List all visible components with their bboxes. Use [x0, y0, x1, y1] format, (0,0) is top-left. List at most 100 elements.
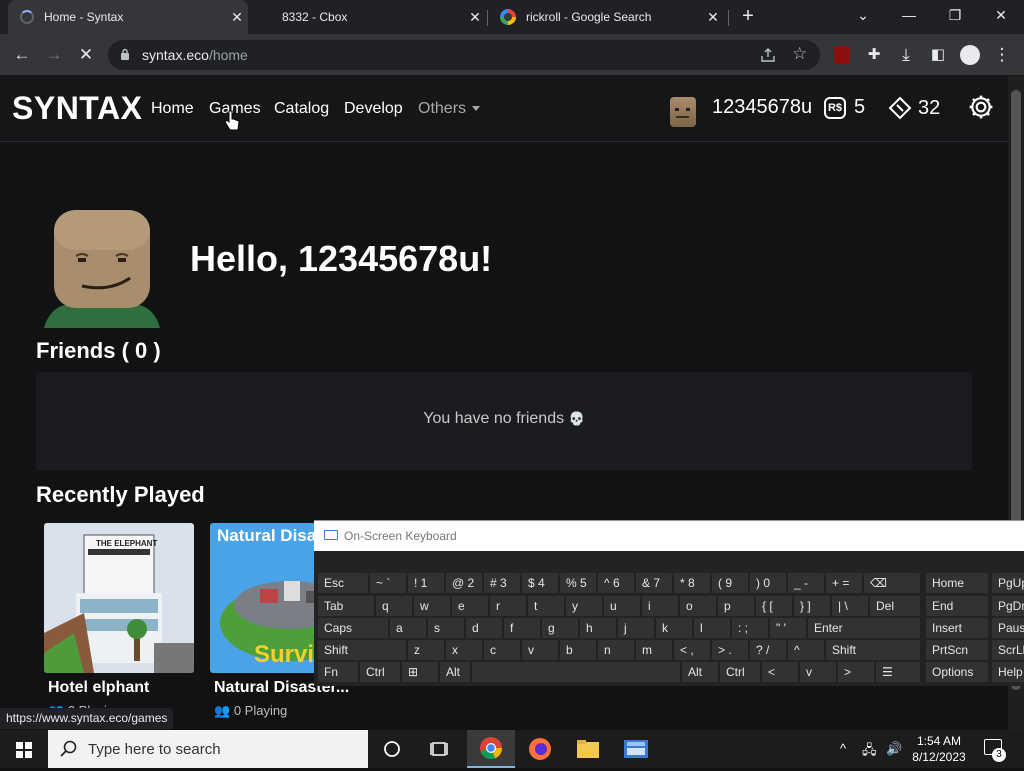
nav-catalog[interactable]: Catalog	[274, 100, 329, 118]
stop-loading-icon[interactable]: ✕	[73, 42, 99, 68]
osk-key[interactable]: Alt	[682, 662, 718, 682]
osk-key[interactable]: Help	[992, 662, 1024, 682]
osk-key[interactable]: t	[528, 596, 564, 616]
close-window-icon[interactable]: ✕	[978, 0, 1024, 32]
settings-gear-icon[interactable]	[968, 94, 994, 120]
osk-key[interactable]: Options	[926, 662, 988, 682]
ublock-icon[interactable]	[834, 46, 850, 64]
osk-key[interactable]: & 7	[636, 573, 672, 593]
download-icon[interactable]: ⤓	[893, 42, 919, 68]
osk-key[interactable]: " '	[770, 618, 806, 638]
osk-key[interactable]: * 8	[674, 573, 710, 593]
game-thumbnail[interactable]: THE ELEPHANT	[44, 523, 194, 673]
osk-title-bar[interactable]: On-Screen Keyboard	[314, 521, 1024, 551]
osk-key[interactable]: PgUp	[992, 573, 1024, 593]
osk-key[interactable]: % 5	[560, 573, 596, 593]
task-view-icon[interactable]	[416, 730, 464, 768]
osk-key[interactable]: _ -	[788, 573, 824, 593]
nav-home[interactable]: Home	[151, 100, 194, 118]
tab-home-syntax[interactable]: Home - Syntax ✕	[8, 0, 248, 34]
osk-taskbar-icon[interactable]	[612, 730, 660, 768]
osk-key[interactable]: i	[642, 596, 678, 616]
network-icon[interactable]: 🖧	[862, 741, 877, 763]
osk-key[interactable]: f	[504, 618, 540, 638]
nav-develop[interactable]: Develop	[344, 100, 403, 118]
game-title[interactable]: Hotel elphant	[48, 679, 149, 697]
osk-key[interactable]: e	[452, 596, 488, 616]
osk-key[interactable]: q	[376, 596, 412, 616]
osk-key[interactable]: ? /	[750, 640, 786, 660]
osk-key[interactable]: # 3	[484, 573, 520, 593]
osk-key[interactable]: PrtScn	[926, 640, 988, 660]
osk-key[interactable]: : ;	[732, 618, 768, 638]
osk-key[interactable]: Esc	[318, 573, 368, 593]
new-tab-icon[interactable]: +	[736, 5, 760, 29]
robux-balance[interactable]: R$ 5	[824, 96, 865, 119]
nav-others-dropdown[interactable]: Others	[418, 100, 481, 118]
osk-key[interactable]: o	[680, 596, 716, 616]
osk-key[interactable]: Ctrl	[720, 662, 760, 682]
osk-key[interactable]: b	[560, 640, 596, 660]
osk-key[interactable]: ^	[788, 640, 824, 660]
tab-cbox[interactable]: 8332 - Cbox ✕	[250, 0, 486, 34]
osk-key[interactable]: n	[598, 640, 634, 660]
bookmark-star-icon[interactable]: ☆	[792, 44, 807, 64]
osk-key[interactable]: ⌫	[864, 573, 920, 593]
osk-key[interactable]: z	[408, 640, 444, 660]
osk-key[interactable]: ScrLk	[992, 640, 1024, 660]
osk-key[interactable]: ! 1	[408, 573, 444, 593]
show-hidden-icons[interactable]: ^	[840, 741, 846, 756]
osk-key[interactable]: End	[926, 596, 988, 616]
osk-key[interactable]: ☰	[876, 662, 920, 682]
osk-key[interactable]: a	[390, 618, 426, 638]
osk-key[interactable]: h	[580, 618, 616, 638]
osk-key[interactable]: > .	[712, 640, 748, 660]
osk-key[interactable]: s	[428, 618, 464, 638]
osk-key[interactable]: Pause	[992, 618, 1024, 638]
osk-key[interactable]: ^ 6	[598, 573, 634, 593]
osk-key[interactable]: { [	[756, 596, 792, 616]
chrome-taskbar-icon[interactable]	[467, 730, 515, 768]
osk-key[interactable]: y	[566, 596, 602, 616]
osk-key[interactable]: + =	[826, 573, 862, 593]
file-explorer-icon[interactable]	[564, 730, 612, 768]
osk-key[interactable]: ( 9	[712, 573, 748, 593]
address-bar[interactable]: syntax.eco/home ☆	[108, 40, 820, 70]
osk-key[interactable]: Ctrl	[360, 662, 400, 682]
osk-key[interactable]: Home	[926, 573, 988, 593]
osk-key[interactable]: r	[490, 596, 526, 616]
minimize-icon[interactable]: —	[886, 0, 932, 32]
osk-key[interactable]: | \	[832, 596, 868, 616]
tab-rickroll-search[interactable]: rickroll - Google Search ✕	[488, 0, 724, 34]
osk-key[interactable]: >	[838, 662, 874, 682]
osk-key[interactable]: g	[542, 618, 578, 638]
osk-key[interactable]: l	[694, 618, 730, 638]
tickets-balance[interactable]: 32	[888, 96, 940, 120]
back-icon[interactable]: ←	[9, 42, 35, 68]
osk-key[interactable]: } ]	[794, 596, 830, 616]
osk-key[interactable]: v	[522, 640, 558, 660]
taskbar-clock[interactable]: 1:54 AM 8/12/2023	[906, 733, 972, 765]
osk-key[interactable]: c	[484, 640, 520, 660]
osk-key[interactable]: Del	[870, 596, 920, 616]
close-icon[interactable]: ✕	[226, 9, 248, 26]
forward-icon[interactable]: →	[41, 42, 67, 68]
extensions-icon[interactable]: ✚	[861, 42, 887, 68]
osk-key[interactable]: ) 0	[750, 573, 786, 593]
share-icon[interactable]	[760, 47, 776, 63]
osk-key[interactable]: Tab	[318, 596, 374, 616]
volume-icon[interactable]: 🔊	[886, 741, 902, 757]
cortana-icon[interactable]	[368, 730, 416, 768]
osk-key[interactable]: Shift	[826, 640, 920, 660]
osk-key[interactable]: v	[800, 662, 836, 682]
windows-start-icon[interactable]	[0, 730, 48, 768]
osk-key[interactable]: Fn	[318, 662, 358, 682]
osk-key[interactable]: ~ `	[370, 573, 406, 593]
close-icon[interactable]: ✕	[464, 9, 486, 26]
osk-key[interactable]: Insert	[926, 618, 988, 638]
taskbar-search-box[interactable]: Type here to search	[48, 730, 368, 768]
nav-username[interactable]: 12345678u	[712, 96, 812, 119]
osk-key[interactable]: u	[604, 596, 640, 616]
osk-key[interactable]: @ 2	[446, 573, 482, 593]
osk-key[interactable]: j	[618, 618, 654, 638]
